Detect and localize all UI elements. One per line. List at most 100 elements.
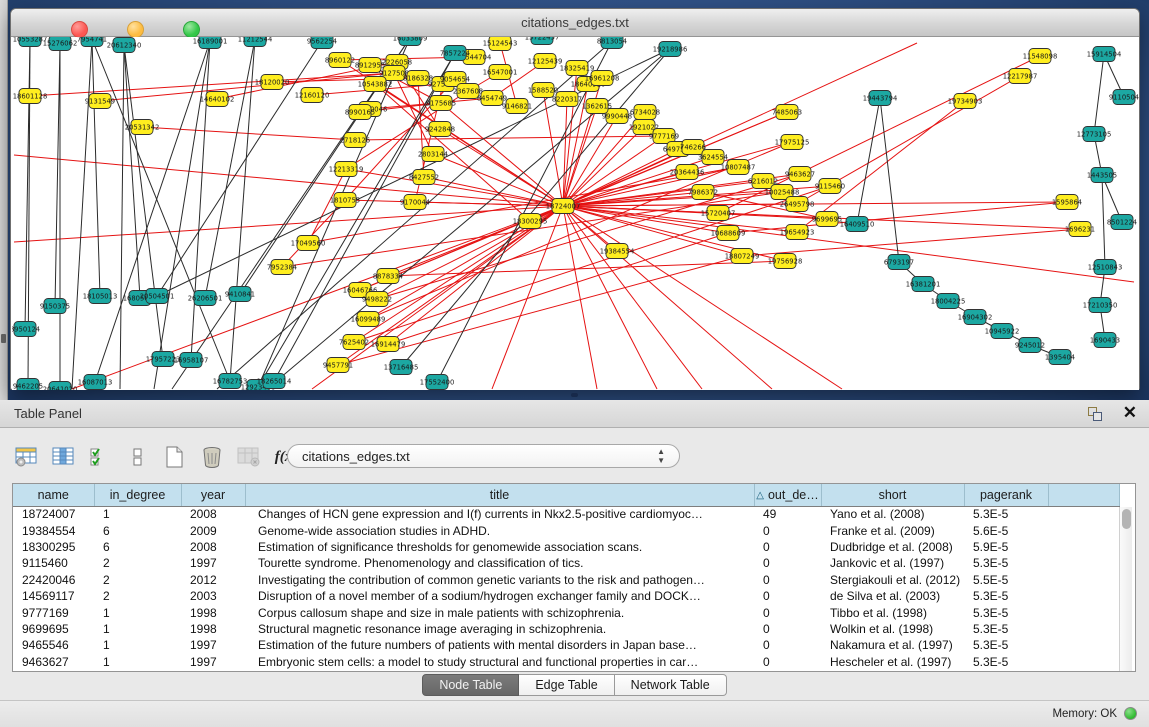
table-cell[interactable]: 5.3E-5: [964, 604, 1048, 620]
table-scrollbar[interactable]: [1119, 507, 1132, 671]
table-cell[interactable]: 1: [94, 637, 181, 653]
graph-node[interactable]: 17210350: [1083, 298, 1118, 313]
graph-node[interactable]: 9146821: [502, 99, 532, 114]
graph-node[interactable]: 9245012: [1015, 338, 1045, 353]
table-row[interactable]: 2242004622012Investigating the contribut…: [13, 572, 1119, 588]
graph-edge[interactable]: [388, 233, 728, 344]
graph-node[interactable]: 2718126: [340, 133, 370, 148]
table-cell[interactable]: Hescheler et al. (1997): [821, 654, 964, 670]
table-cell[interactable]: Jankovic et al. (1997): [821, 555, 964, 571]
graph-node[interactable]: 16904302: [958, 310, 993, 325]
graph-node[interactable]: 19443794: [863, 91, 898, 106]
table-cell[interactable]: Estimation of significance thresholds fo…: [245, 539, 754, 555]
table-cell[interactable]: 0: [754, 588, 821, 604]
graph-node[interactable]: 9242848: [425, 122, 455, 137]
show-columns-icon[interactable]: [47, 441, 81, 473]
table-cell[interactable]: Corpus callosum shape and size in male p…: [245, 604, 754, 620]
table-cell[interactable]: 14569117: [13, 588, 94, 604]
tab-network-table[interactable]: Network Table: [615, 674, 727, 696]
column-header-name[interactable]: name: [13, 484, 94, 506]
table-selector-dropdown[interactable]: citations_edges.txt ▲▼: [287, 444, 680, 468]
graph-node[interactable]: 9150375: [40, 299, 70, 314]
graph-node[interactable]: 10807487: [721, 160, 756, 175]
graph-edge[interactable]: [124, 45, 163, 359]
graph-node[interactable]: 11212544: [238, 37, 273, 47]
graph-node[interactable]: 19654923: [780, 225, 815, 240]
table-cell[interactable]: 0: [754, 539, 821, 555]
table-cell[interactable]: 5.3E-5: [964, 621, 1048, 637]
panel-collapse-handle[interactable]: [1, 334, 6, 343]
table-cell[interactable]: 1997: [181, 555, 245, 571]
table-cell[interactable]: [1048, 522, 1119, 538]
table-cell[interactable]: 2012: [181, 572, 245, 588]
table-cell[interactable]: 0: [754, 555, 821, 571]
table-cell[interactable]: [1048, 539, 1119, 555]
graph-edge[interactable]: [100, 73, 394, 101]
table-cell[interactable]: 5.3E-5: [964, 637, 1048, 653]
table-cell[interactable]: 0: [754, 572, 821, 588]
table-cell[interactable]: [1048, 506, 1119, 522]
table-row[interactable]: 946362711997Embryonic stem cells: a mode…: [13, 654, 1119, 670]
graph-node[interactable]: 7857224: [440, 46, 470, 61]
table-cell[interactable]: 0: [754, 522, 821, 538]
graph-node[interactable]: 15276062: [43, 37, 78, 51]
node-table[interactable]: namein_degreeyeartitle△out_de…shortpager…: [12, 483, 1136, 672]
graph-edge[interactable]: [375, 84, 563, 206]
graph-node[interactable]: 7625402: [339, 335, 369, 350]
column-header-out_de…[interactable]: △out_de…: [754, 484, 821, 506]
graph-node[interactable]: 9170044: [400, 195, 430, 210]
table-row[interactable]: 1938455462009Genome-wide association stu…: [13, 522, 1119, 538]
table-cell[interactable]: Nakamura et al. (1997): [821, 637, 964, 653]
graph-node[interactable]: 19756928: [768, 254, 803, 269]
table-cell[interactable]: 5.6E-5: [964, 522, 1048, 538]
table-cell[interactable]: 1: [94, 506, 181, 522]
graph-node[interactable]: 18325419: [560, 61, 595, 76]
table-cell[interactable]: Estimation of the future numbers of pati…: [245, 637, 754, 653]
graph-edge[interactable]: [1094, 54, 1104, 134]
graph-node[interactable]: 12125439: [528, 54, 563, 69]
table-panel-header[interactable]: Table Panel ✕: [0, 400, 1149, 428]
table-cell[interactable]: Yano et al. (2008): [821, 506, 964, 522]
table-cell[interactable]: [1048, 604, 1119, 620]
graph-node[interactable]: 12217987: [1003, 69, 1038, 84]
graph-node[interactable]: 18601128: [13, 89, 48, 104]
table-row[interactable]: 1872400712008Changes of HCN gene express…: [13, 506, 1119, 522]
graph-node[interactable]: 8813054: [597, 37, 627, 49]
splitter-handle[interactable]: [571, 393, 578, 397]
table-cell[interactable]: [1048, 621, 1119, 637]
graph-node[interactable]: 26206501: [188, 291, 223, 306]
graph-node[interactable]: 8501224: [1107, 215, 1137, 230]
graph-node[interactable]: 16381201: [906, 277, 941, 292]
table-settings-icon[interactable]: [10, 441, 44, 473]
table-cell[interactable]: 1998: [181, 604, 245, 620]
graph-edge[interactable]: [92, 39, 100, 296]
graph-node[interactable]: 20364436: [670, 165, 705, 180]
graph-node[interactable]: 7485063: [772, 105, 802, 120]
graph-node[interactable]: 8878334: [373, 269, 403, 284]
graph-node[interactable]: 9175685: [426, 96, 456, 111]
table-cell[interactable]: 1: [94, 621, 181, 637]
table-cell[interactable]: 9465546: [13, 637, 94, 653]
table-cell[interactable]: Genome-wide association studies in ADHD.: [245, 522, 754, 538]
graph-node[interactable]: 7954741: [77, 37, 107, 47]
row-height-icon[interactable]: [121, 441, 155, 473]
float-panel-icon[interactable]: [1088, 407, 1103, 421]
new-table-icon[interactable]: [158, 441, 192, 473]
table-cell[interactable]: 0: [754, 637, 821, 653]
table-cell[interactable]: 0: [754, 621, 821, 637]
graph-node[interactable]: 9457791: [323, 358, 353, 373]
table-cell[interactable]: 1997: [181, 637, 245, 653]
table-row[interactable]: 946554611997Estimation of the future num…: [13, 637, 1119, 653]
table-cell[interactable]: Disruption of a novel member of a sodium…: [245, 588, 754, 604]
graph-node[interactable]: 16087013: [78, 375, 113, 390]
table-cell[interactable]: [1048, 555, 1119, 571]
graph-node[interactable]: 9562254: [307, 37, 337, 49]
table-cell[interactable]: 5.3E-5: [964, 555, 1048, 571]
graph-node[interactable]: 16033809: [393, 37, 428, 46]
table-row[interactable]: 1830029562008Estimation of significance …: [13, 539, 1119, 555]
graph-node[interactable]: 18004225: [931, 294, 966, 309]
table-cell[interactable]: 2: [94, 555, 181, 571]
graph-node[interactable]: 18120020: [255, 75, 290, 90]
table-cell[interactable]: de Silva et al. (2003): [821, 588, 964, 604]
graph-node[interactable]: 9462205: [13, 379, 43, 391]
